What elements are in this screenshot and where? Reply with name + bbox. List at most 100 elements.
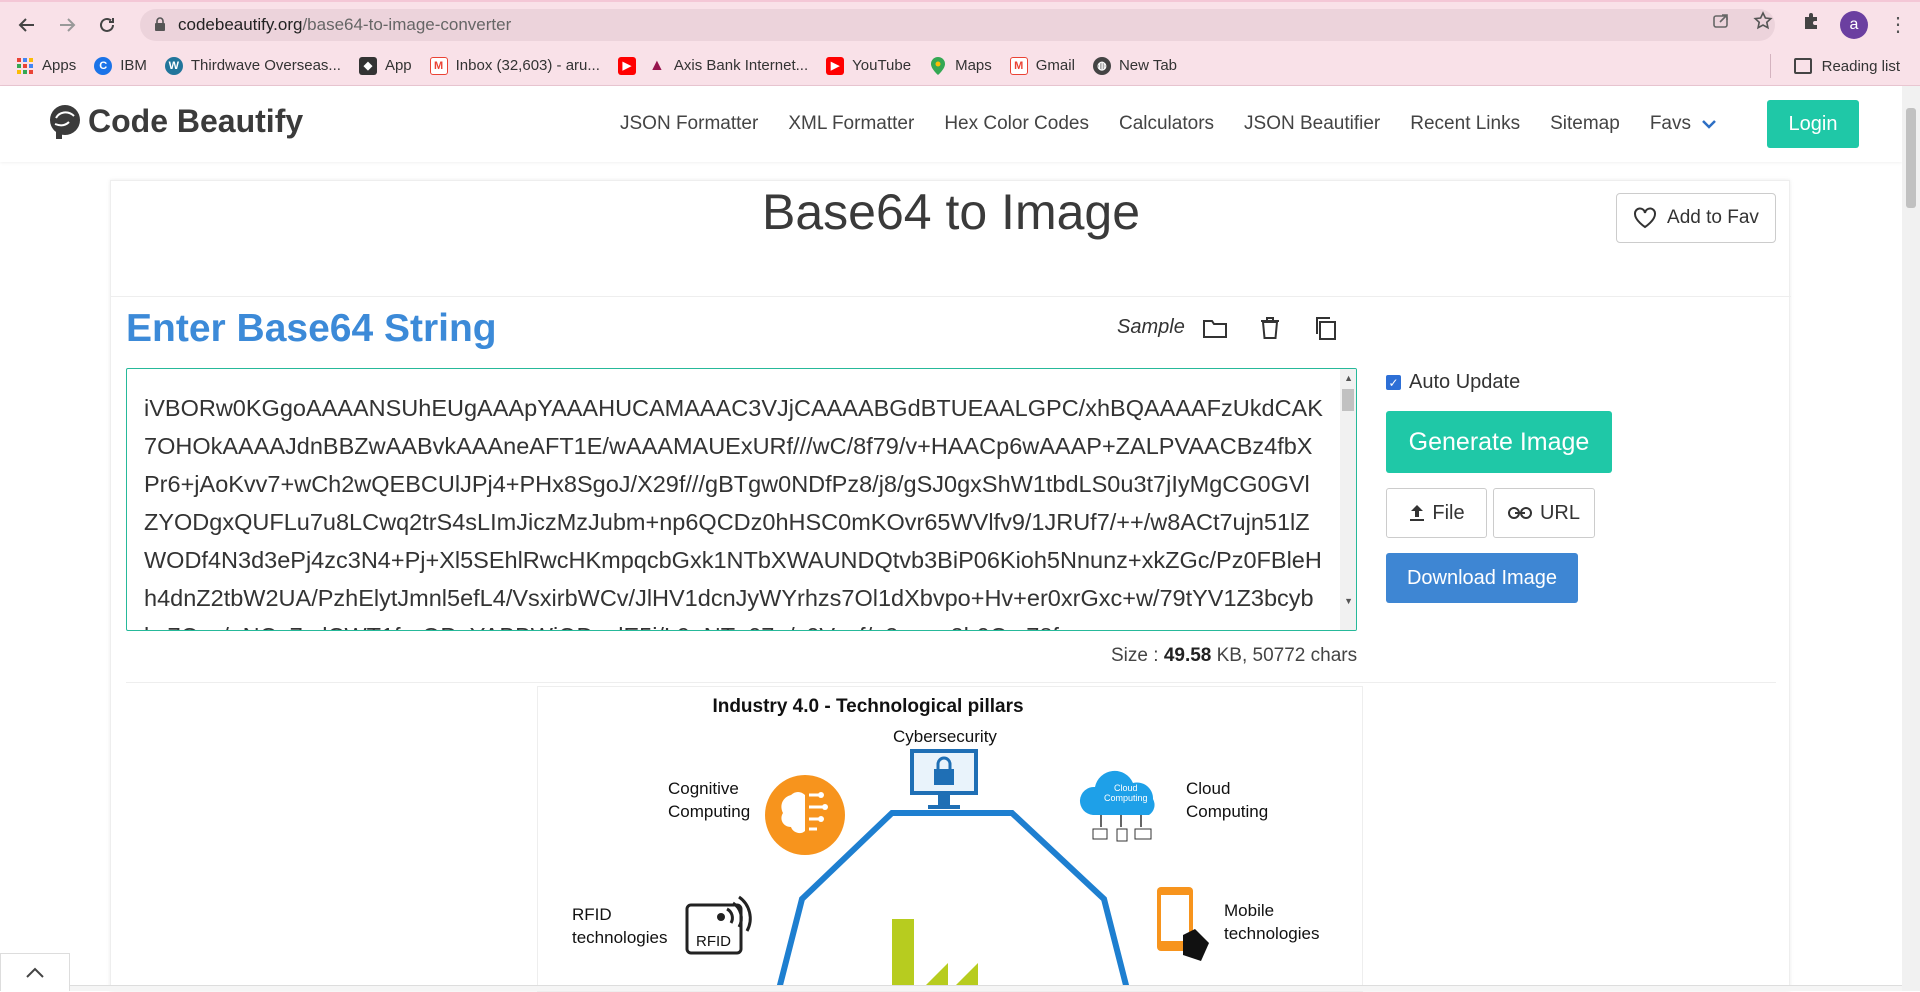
bookmark-label: Apps (42, 57, 77, 74)
logo-text: Code Beautify (88, 102, 304, 139)
browser-toolbar: codebeautify.org/base64-to-image-convert… (0, 0, 1920, 46)
nav-calculators[interactable]: Calculators (1119, 113, 1214, 135)
copy-icon[interactable] (1311, 314, 1339, 342)
bookmark-ibm[interactable]: C IBM (94, 56, 147, 75)
converter-card: Base64 to Image Add to Fav Enter Base64 … (110, 180, 1791, 992)
nav-hex-color-codes[interactable]: Hex Color Codes (944, 113, 1089, 135)
chevron-up-icon (26, 967, 44, 978)
reading-list-button[interactable]: Reading list (1793, 46, 1900, 86)
page-scrollbar[interactable] (1902, 86, 1920, 991)
upload-icon (1410, 505, 1425, 521)
auto-update-label: Auto Update (1409, 371, 1521, 393)
bookmark-axis-bank[interactable]: ▲ Axis Bank Internet... (648, 57, 808, 75)
share-icon[interactable] (1710, 10, 1732, 32)
divider (111, 296, 1791, 297)
nav-sitemap[interactable]: Sitemap (1550, 113, 1620, 135)
bookmarks-bar: Apps C IBM W Thirdwave Overseas... ◆ App… (0, 46, 1920, 86)
bookmark-label: Thirdwave Overseas... (190, 57, 341, 74)
reload-icon[interactable] (94, 12, 120, 38)
brain-logo-icon (50, 105, 80, 139)
site-logo[interactable]: Code Beautify (46, 102, 303, 140)
file-button[interactable]: File (1386, 488, 1487, 538)
main-nav: JSON Formatter XML Formatter Hex Color C… (620, 86, 1747, 162)
divider (126, 682, 1776, 683)
scroll-up-arrow-icon[interactable]: ▲ (1344, 373, 1353, 383)
section-title: Enter Base64 String (126, 307, 497, 350)
nav-recent-links[interactable]: Recent Links (1410, 113, 1520, 135)
auto-update-checkbox[interactable]: ✓ Auto Update (1386, 371, 1520, 394)
generate-image-button[interactable]: Generate Image (1386, 411, 1612, 473)
site-header: Code Beautify JSON Formatter XML Formatt… (0, 86, 1902, 162)
nav-xml-formatter[interactable]: XML Formatter (788, 113, 914, 135)
file-label: File (1432, 501, 1465, 524)
bookmark-label: IBM (120, 57, 147, 74)
bookmark-label: YouTube (852, 57, 912, 74)
open-folder-icon[interactable] (1201, 314, 1229, 342)
globe-icon: ◍ (1092, 56, 1111, 75)
url-label: URL (1539, 501, 1580, 524)
add-to-fav-button[interactable]: Add to Fav (1616, 193, 1776, 243)
axis-bank-icon: ▲ (648, 56, 665, 74)
bookmark-label: App (384, 57, 412, 74)
profile-avatar[interactable]: a (1840, 11, 1868, 39)
bookmark-maps[interactable]: Maps (929, 56, 992, 75)
bookmark-inbox[interactable]: M Inbox (32,603) - aru... (429, 56, 600, 75)
bookmark-thirdwave[interactable]: W Thirdwave Overseas... (164, 56, 341, 75)
heart-icon (1634, 207, 1657, 229)
bookmark-app[interactable]: ◆ App (358, 56, 412, 75)
link-icon (1507, 507, 1532, 519)
size-info: Size : 49.58 KB, 50772 chars (1111, 645, 1357, 667)
nav-json-formatter[interactable]: JSON Formatter (620, 113, 758, 135)
browser-menu-icon[interactable]: ⋮ (1888, 12, 1908, 38)
bookmark-new-tab[interactable]: ◍ New Tab (1092, 56, 1178, 75)
add-fav-label: Add to Fav (1667, 207, 1759, 228)
nav-favs-dropdown[interactable]: Favs (1650, 113, 1717, 135)
bookmark-label: Inbox (32,603) - aru... (455, 57, 600, 74)
star-icon[interactable] (1752, 10, 1774, 32)
page-scroll-thumb[interactable] (1906, 108, 1916, 208)
app-icon: ◆ (358, 56, 377, 75)
forward-arrow-icon[interactable] (54, 12, 80, 38)
youtube-icon: ▶ (617, 56, 636, 75)
reading-list-icon (1793, 58, 1812, 74)
wordpress-icon: W (164, 56, 183, 75)
trash-icon[interactable] (1256, 314, 1284, 342)
pillars-frame-graphic (775, 810, 1131, 991)
bookmark-youtube-icon-only[interactable]: ▶ (617, 56, 636, 75)
sample-link[interactable]: Sample (1117, 316, 1185, 339)
scroll-down-arrow-icon[interactable]: ▼ (1344, 596, 1353, 606)
url-button[interactable]: URL (1493, 488, 1595, 538)
gmail-icon: M (429, 56, 448, 75)
scroll-to-top-button[interactable] (0, 953, 70, 991)
bookmark-label: Maps (955, 57, 992, 74)
bookmark-gmail[interactable]: M Gmail (1009, 56, 1075, 75)
bookmark-label: New Tab (1118, 57, 1178, 74)
extensions-puzzle-icon[interactable] (1800, 10, 1822, 32)
address-bar[interactable]: codebeautify.org/base64-to-image-convert… (140, 9, 1775, 41)
base64-input-textarea[interactable]: iVBORw0KGgoAAAANSUhEUgAAApYAAAHUCAMAAAC3… (126, 368, 1357, 631)
bookmark-youtube[interactable]: ▶ YouTube (826, 56, 912, 75)
youtube-icon: ▶ (826, 56, 845, 75)
size-value: 49.58 (1163, 645, 1212, 666)
bookmark-apps[interactable]: Apps (16, 57, 76, 75)
chevron-down-icon (1702, 120, 1716, 129)
back-arrow-icon[interactable] (14, 12, 40, 38)
textarea-scrollbar[interactable]: ▲ ▼ (1340, 369, 1356, 630)
ibm-icon: C (94, 56, 113, 75)
page-title: Base64 to Image (761, 184, 1141, 240)
image-preview: Industry 4.0 - Technological pillars Cyb… (537, 686, 1363, 992)
url-path: /base64-to-image-converter (302, 15, 512, 34)
favs-label: Favs (1649, 113, 1691, 134)
textarea-scroll-thumb[interactable] (1342, 389, 1354, 411)
gmail-icon: M (1009, 56, 1028, 75)
download-image-button[interactable]: Download Image (1386, 553, 1578, 603)
nav-json-beautifier[interactable]: JSON Beautifier (1244, 113, 1380, 135)
apps-grid-icon (16, 57, 34, 75)
bottom-bar (70, 985, 1902, 991)
size-suffix: KB, 50772 chars (1211, 645, 1358, 666)
checkbox-checked-icon[interactable]: ✓ (1386, 375, 1401, 390)
bookmark-label: Axis Bank Internet... (673, 57, 809, 74)
lock-icon (155, 17, 165, 31)
base64-textarea-value: iVBORw0KGgoAAAANSUhEUgAAApYAAAHUCAMAAAC3… (144, 395, 1323, 630)
login-button[interactable]: Login (1767, 100, 1859, 148)
